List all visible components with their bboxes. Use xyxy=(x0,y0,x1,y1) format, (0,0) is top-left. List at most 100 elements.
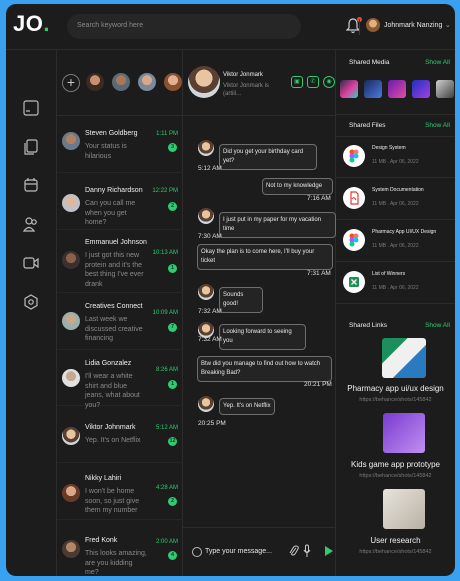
link-thumbnail[interactable] xyxy=(383,413,425,453)
file-item[interactable]: List of Winners 11 MB . Apr 06, 2022 xyxy=(336,262,455,304)
side-nav xyxy=(6,50,57,576)
media-thumbnail[interactable] xyxy=(412,80,430,98)
contacts-panel: + Steven Goldberg Your status is hilario… xyxy=(57,50,183,576)
avatar xyxy=(198,140,214,156)
message-time: 20:21 PM xyxy=(304,381,332,388)
contact-last-message: Last week we discussed creative financin… xyxy=(85,316,143,342)
divider xyxy=(336,114,455,115)
chevron-down-icon[interactable]: ⌄ xyxy=(445,21,451,29)
file-name: Design System xyxy=(372,145,406,151)
info-icon[interactable]: ◉ xyxy=(323,76,335,88)
avatar xyxy=(198,396,214,412)
unread-badge: 2 xyxy=(168,202,177,211)
message-time: 7:31 AM xyxy=(307,270,331,277)
file-item[interactable]: System Documentation 11 MB . Apr 06, 202… xyxy=(336,178,455,220)
message-composer: Type your message... xyxy=(183,527,336,576)
users-icon[interactable] xyxy=(23,216,39,232)
contact-time: 4:28 AM xyxy=(155,485,178,491)
app-logo[interactable]: JO. xyxy=(13,11,50,37)
emoji-icon[interactable] xyxy=(192,547,202,557)
media-thumbnail[interactable] xyxy=(340,80,358,98)
link-title[interactable]: Kids game app prototype xyxy=(336,460,455,469)
figma-icon xyxy=(343,145,365,167)
avatar xyxy=(62,369,80,387)
contact-item[interactable]: Emmanuel Johnson I just got this new pro… xyxy=(57,230,183,293)
contact-name: Nikky Lahiri xyxy=(85,475,122,482)
contact-last-message: Your status is hilarious xyxy=(85,143,127,160)
link-url[interactable]: https://behance/shots/145842 xyxy=(336,397,455,403)
contact-time: 5:12 AM xyxy=(155,425,178,431)
send-button[interactable] xyxy=(325,546,333,556)
file-item[interactable]: Pharmacy App UI/UX Design 11 MB . Apr 06… xyxy=(336,220,455,262)
media-thumbnail[interactable] xyxy=(436,80,454,98)
unread-badge: 2 xyxy=(168,497,177,506)
divider xyxy=(359,19,360,35)
link-url[interactable]: https://behance/shots/145842 xyxy=(336,473,455,479)
link-thumbnail[interactable] xyxy=(383,489,425,529)
media-thumbnail[interactable] xyxy=(364,80,382,98)
add-contact-button[interactable]: + xyxy=(62,74,80,92)
microphone-icon[interactable] xyxy=(303,544,311,558)
unread-badge: 7 xyxy=(168,323,177,332)
app-window: JO. Search keyword here Johnmark Nanzing… xyxy=(6,4,455,576)
search-input[interactable]: Search keyword here xyxy=(67,14,301,39)
contact-last-message: I'll wear a white shirt and blue jeans, … xyxy=(85,373,140,409)
message-bubble: Okay the plan is to come here, I'll buy … xyxy=(197,244,333,270)
media-thumbnail[interactable] xyxy=(388,80,406,98)
documents-icon[interactable] xyxy=(23,139,39,155)
link-thumbnail[interactable] xyxy=(382,338,426,378)
phone-icon[interactable]: ✆ xyxy=(307,76,319,88)
story-avatar[interactable] xyxy=(112,73,130,91)
avatar xyxy=(198,208,214,224)
contact-item[interactable]: Fred Konk This looks amazing, are you ki… xyxy=(57,520,183,576)
contact-name: Danny Richardson xyxy=(85,187,143,194)
video-icon[interactable] xyxy=(23,255,39,271)
excel-icon xyxy=(343,271,365,293)
file-name: Pharmacy App UI/UX Design xyxy=(372,229,437,235)
settings-icon[interactable] xyxy=(23,294,39,310)
stories-bar: + xyxy=(57,50,183,116)
message-time: 20:25 PM xyxy=(198,420,226,427)
user-avatar[interactable] xyxy=(366,18,380,32)
avatar xyxy=(62,427,80,445)
contact-item[interactable]: Nikky Lahiri I won't be home soon, so ju… xyxy=(57,463,183,520)
link-url[interactable]: https://behance/shots/145842 xyxy=(336,549,455,555)
contact-item[interactable]: Viktor Johnmark Yep. It's on Netflix 5:1… xyxy=(57,406,183,463)
unread-badge: 1 xyxy=(168,380,177,389)
link-title[interactable]: User research xyxy=(336,536,455,545)
contact-time: 10:09 AM xyxy=(152,310,178,316)
contact-name: Steven Goldberg xyxy=(85,130,138,137)
story-avatar[interactable] xyxy=(164,73,182,91)
shared-links-title: Shared Links xyxy=(349,322,387,329)
story-avatar[interactable] xyxy=(86,73,104,91)
message-input[interactable]: Type your message... xyxy=(205,548,272,555)
attachment-icon[interactable] xyxy=(289,545,299,558)
contact-last-message: This looks amazing, are you kidding me? xyxy=(85,550,147,576)
contact-name: Creatives Connect xyxy=(85,303,143,310)
contact-last-message: I just got this new protein and it's the… xyxy=(85,252,144,288)
unread-badge: 12 xyxy=(168,437,177,446)
file-item[interactable]: Design System 11 MB . Apr 06, 2022 xyxy=(336,136,455,178)
contact-name: Fred Konk xyxy=(85,537,118,544)
shared-media-show-all[interactable]: Show All xyxy=(425,59,450,66)
shared-files-show-all[interactable]: Show All xyxy=(425,122,450,129)
avatar xyxy=(62,194,80,212)
dashboard-icon[interactable] xyxy=(23,100,39,116)
contact-item[interactable]: Lidia Gonzalez I'll wear a white shirt a… xyxy=(57,350,183,409)
user-name[interactable]: Johnmark Nanzing xyxy=(384,22,442,29)
message-bubble: Not to my knowledge xyxy=(262,178,333,195)
calendar-icon[interactable] xyxy=(23,177,39,193)
shared-media-title: Shared Media xyxy=(349,59,390,66)
contact-item[interactable]: Creatives Connect Last week we discussed… xyxy=(57,293,183,350)
avatar[interactable] xyxy=(188,66,220,98)
contact-name: Viktor Johnmark xyxy=(85,424,136,431)
shared-links-show-all[interactable]: Show All xyxy=(425,322,450,329)
contact-item[interactable]: Danny Richardson Can you call me when yo… xyxy=(57,173,183,230)
story-avatar[interactable] xyxy=(138,73,156,91)
message-bubble: Sounds good! xyxy=(219,287,263,313)
link-title[interactable]: Pharmacy app ui/ux design xyxy=(336,384,455,393)
contact-last-message: Can you call me when you get home? xyxy=(85,200,136,226)
contact-item[interactable]: Steven Goldberg Your status is hilarious… xyxy=(57,116,183,173)
video-call-icon[interactable]: ▣ xyxy=(291,76,303,88)
message-bubble: I just put in my paper for my vacation t… xyxy=(219,212,336,238)
